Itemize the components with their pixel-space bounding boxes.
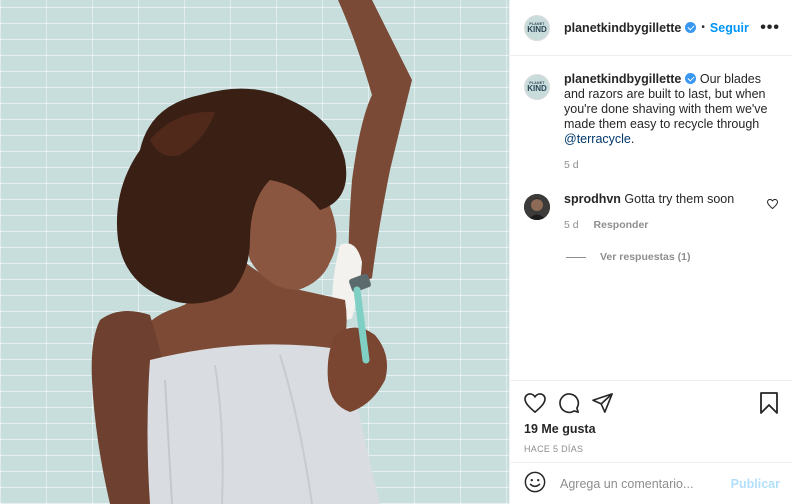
post-timestamp: HACE 5 DÍAS <box>524 444 584 454</box>
separator-dot: • <box>701 22 705 33</box>
caption-body: planetkindbygillette Our blades and razo… <box>564 72 778 171</box>
add-comment-bar: Publicar <box>510 462 792 504</box>
avatar-logo-big: KIND <box>527 24 547 34</box>
comment-input[interactable] <box>560 476 731 491</box>
post-details-panel: PLANET KIND planetkindbygillette • Segui… <box>509 0 792 504</box>
comment-bubble-icon[interactable] <box>558 392 580 414</box>
comment-text: Gotta try them soon <box>620 192 735 206</box>
caption-time: 5 d <box>564 159 579 171</box>
account-avatar[interactable]: PLANET KIND <box>524 14 550 41</box>
caption-suffix: . <box>630 132 635 146</box>
view-replies-label: Ver respuestas (1) <box>600 251 691 263</box>
comment-text-block: sprodhvn Gotta try them soon <box>564 192 759 207</box>
emoji-icon[interactable] <box>524 471 546 496</box>
more-options-icon[interactable]: ••• <box>760 19 780 37</box>
caption-avatar[interactable]: PLANET KIND <box>524 74 550 100</box>
post-actions: 19 Me gusta HACE 5 DÍAS <box>510 380 792 454</box>
verified-badge-icon <box>685 73 697 84</box>
instagram-post: PLANET KIND planetkindbygillette • Segui… <box>0 0 792 504</box>
comment-time: 5 d <box>564 219 579 231</box>
replies-line <box>566 256 586 258</box>
action-icons <box>524 391 778 415</box>
comment-body: sprodhvn Gotta try them soon 5 d Respond… <box>564 192 759 231</box>
photo-illustration <box>91 0 412 504</box>
view-replies-button[interactable]: Ver respuestas (1) <box>566 251 778 263</box>
comment-username[interactable]: sprodhvn <box>564 192 621 206</box>
comment-item: sprodhvn Gotta try them soon 5 d Respond… <box>524 192 779 231</box>
reply-button[interactable]: Responder <box>594 219 649 231</box>
save-bookmark-icon[interactable] <box>760 392 778 414</box>
post-header: PLANET KIND planetkindbygillette • Segui… <box>510 0 792 56</box>
share-send-icon[interactable] <box>592 393 614 413</box>
avatar-logo-big: KIND <box>527 84 547 93</box>
publish-button[interactable]: Publicar <box>731 477 780 491</box>
comments-section[interactable]: PLANET KIND planetkindbygillette Our bla… <box>510 56 792 379</box>
verified-badge-icon <box>685 22 697 33</box>
like-heart-icon[interactable] <box>524 393 546 413</box>
comment-meta: 5 d Responder <box>564 219 759 231</box>
caption-username[interactable]: planetkindbygillette <box>564 72 681 86</box>
header-username[interactable]: planetkindbygillette <box>564 21 681 35</box>
follow-button[interactable]: Seguir <box>710 21 749 35</box>
caption-comment: PLANET KIND planetkindbygillette Our bla… <box>524 72 778 171</box>
likes-count[interactable]: 19 Me gusta <box>524 422 778 436</box>
commenter-avatar[interactable] <box>524 194 550 220</box>
mention-link[interactable]: @terracycle <box>564 132 631 146</box>
commenter-avatar-image <box>524 194 550 220</box>
post-image[interactable] <box>0 0 509 504</box>
caption-text-block: planetkindbygillette Our blades and razo… <box>564 72 778 147</box>
like-comment-heart-icon[interactable] <box>766 198 779 231</box>
